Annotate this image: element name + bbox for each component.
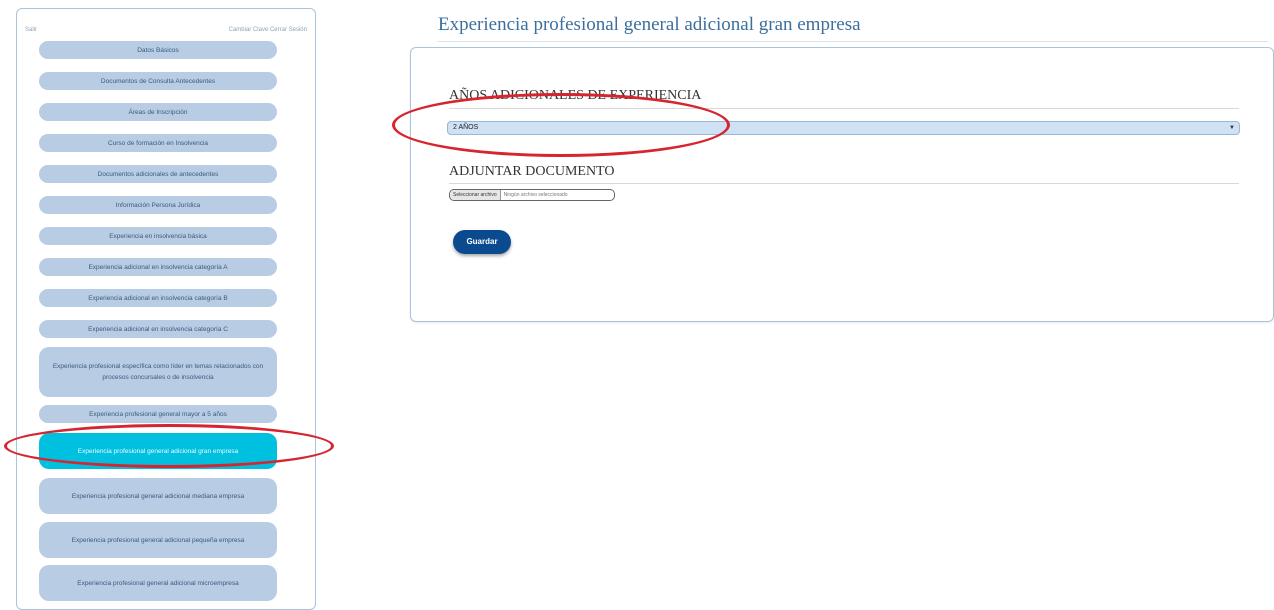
- attach-label: ADJUNTAR DOCUMENTO: [449, 164, 615, 179]
- sidebar-item-label: Información Persona Jurídica: [115, 201, 201, 209]
- sidebar-item-microempresa[interactable]: Experiencia profesional general adiciona…: [39, 565, 277, 601]
- page-title: Experiencia profesional general adiciona…: [438, 14, 861, 35]
- attach-divider: [449, 183, 1239, 184]
- sidebar-item-label: Experiencia profesional general adiciona…: [77, 447, 239, 455]
- sidebar-item-label: Experiencia adicional en insolvencia cat…: [88, 263, 228, 271]
- save-button[interactable]: Guardar: [453, 230, 511, 254]
- sidebar-item-categoria-c[interactable]: Experiencia adicional en insolvencia cat…: [39, 320, 277, 338]
- account-links[interactable]: Cambiar Clave Cerrar Sesión: [229, 27, 307, 33]
- sidebar-item-persona-juridica[interactable]: Información Persona Jurídica: [39, 196, 277, 214]
- sidebar-item-label: Experiencia en insolvencia básica: [109, 232, 207, 240]
- sidebar-item-label: Experiencia adicional en insolvencia cat…: [88, 325, 228, 333]
- sidebar-item-pequena-empresa[interactable]: Experiencia profesional general adiciona…: [39, 522, 277, 558]
- sidebar-item-categoria-b[interactable]: Experiencia adicional en insolvencia cat…: [39, 289, 277, 307]
- years-select[interactable]: 2 AÑOS ▼: [447, 121, 1240, 135]
- sidebar-item-experiencia-especifica[interactable]: Experiencia profesional específica como …: [39, 347, 277, 397]
- sidebar-item-label: Experiencia profesional específica como …: [52, 363, 264, 381]
- sidebar-item-label: Curso de formación en Insolvencia: [107, 139, 209, 147]
- sidebar-item-label: Datos Básicos: [137, 46, 179, 54]
- years-divider: [449, 108, 1239, 109]
- file-status: Ningún archivo seleccionado: [503, 192, 568, 198]
- sidebar-item-label: Documentos adicionales de antecedentes: [97, 170, 219, 178]
- sidebar-item-areas-inscripcion[interactable]: Áreas de Inscripción: [39, 103, 277, 121]
- sidebar-item-label: Experiencia profesional general adiciona…: [71, 536, 245, 544]
- years-label: AÑOS ADICIONALES DE EXPERIENCIA: [449, 88, 702, 103]
- title-divider: [438, 41, 1268, 42]
- sidebar-item-label: Experiencia profesional general adiciona…: [77, 579, 239, 587]
- chevron-down-icon: ▼: [1229, 125, 1235, 131]
- form-panel: AÑOS ADICIONALES DE EXPERIENCIA 2 AÑOS ▼…: [410, 47, 1274, 322]
- sidebar-item-categoria-a[interactable]: Experiencia adicional en insolvencia cat…: [39, 258, 277, 276]
- choose-file-button[interactable]: Seleccionar archivo: [450, 190, 501, 200]
- sidebar-item-documentos-consulta[interactable]: Documentos de Consulta Antecedentes: [39, 72, 277, 90]
- sidebar-item-label: Documentos de Consulta Antecedentes: [100, 77, 216, 85]
- sidebar-item-experiencia-basica[interactable]: Experiencia en insolvencia básica: [39, 227, 277, 245]
- sidebar-item-label: Experiencia profesional general adiciona…: [71, 492, 245, 500]
- sidebar-item-gran-empresa[interactable]: Experiencia profesional general adiciona…: [39, 433, 277, 469]
- file-input[interactable]: Seleccionar archivo Ningún archivo selec…: [449, 189, 615, 201]
- sidebar-item-documentos-adicionales[interactable]: Documentos adicionales de antecedentes: [39, 165, 277, 183]
- sidebar-item-label: Experiencia profesional general mayor a …: [89, 410, 227, 418]
- sidebar-item-mediana-empresa[interactable]: Experiencia profesional general adiciona…: [39, 478, 277, 514]
- sidebar: Salir Cambiar Clave Cerrar Sesión Datos …: [16, 8, 316, 610]
- years-select-value: 2 AÑOS: [453, 124, 479, 131]
- sidebar-item-datos-basicos[interactable]: Datos Básicos: [39, 41, 277, 59]
- sidebar-item-label: Áreas de Inscripción: [128, 108, 188, 116]
- sidebar-item-mayor-5-anos[interactable]: Experiencia profesional general mayor a …: [39, 405, 277, 423]
- sidebar-top-links: Salir Cambiar Clave Cerrar Sesión: [25, 27, 307, 39]
- exit-link[interactable]: Salir: [25, 27, 37, 33]
- sidebar-item-curso-formacion[interactable]: Curso de formación en Insolvencia: [39, 134, 277, 152]
- sidebar-item-label: Experiencia adicional en insolvencia cat…: [88, 294, 228, 302]
